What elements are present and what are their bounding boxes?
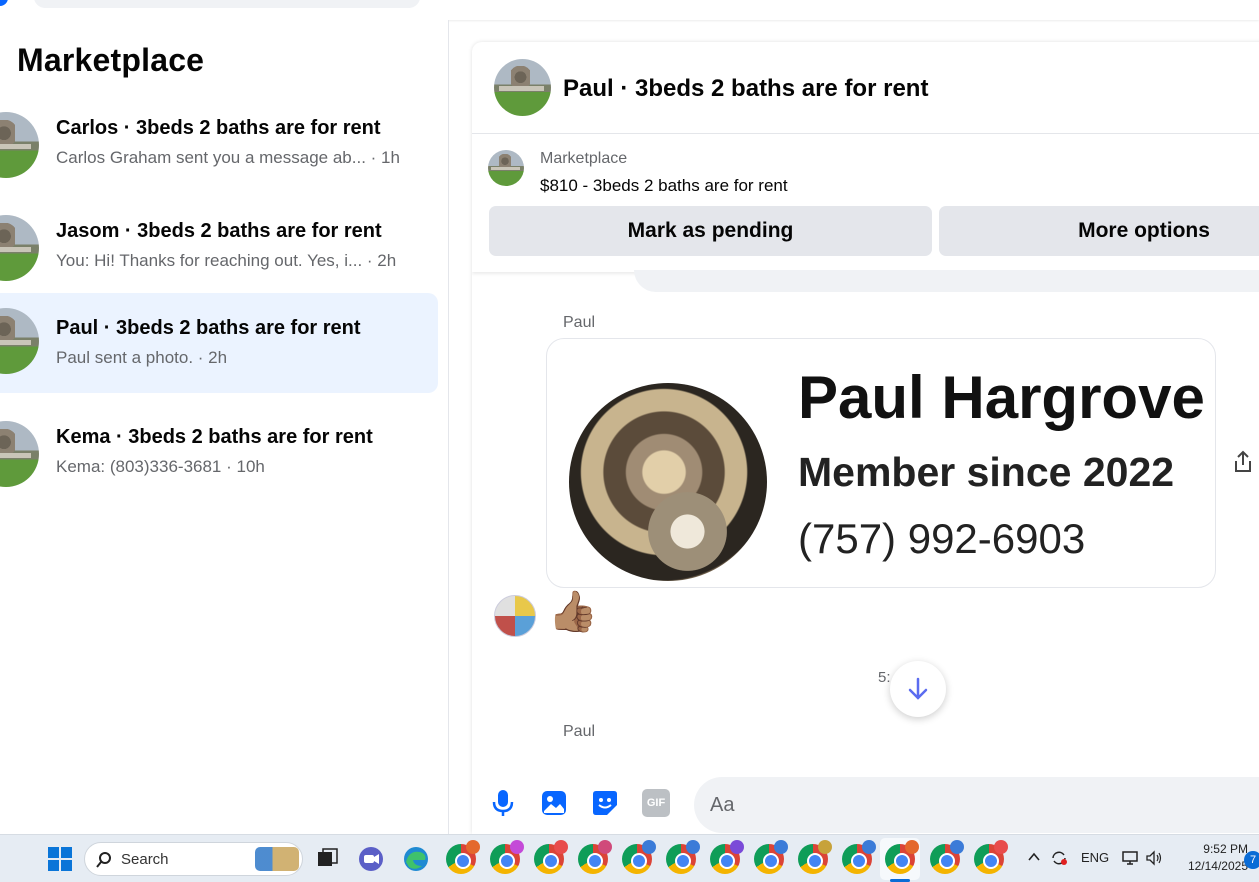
task-view-icon[interactable] — [312, 844, 342, 874]
search-label: Search — [121, 851, 169, 868]
conversation-item-jasom[interactable]: Jasom · 3beds 2 baths are for rent You: … — [0, 200, 438, 300]
message-composer: GIF — [472, 757, 1259, 834]
conversation-item-kema[interactable]: Kema · 3beds 2 baths are for rent Kema: … — [0, 406, 438, 506]
chat-header: Paul · 3beds 2 baths are for rent — [472, 42, 1259, 134]
system-clock[interactable]: 9:52 PM 12/14/2025 — [1168, 841, 1248, 875]
notification-badge[interactable]: 7 — [1244, 851, 1259, 869]
chrome-profile-icon[interactable] — [710, 840, 744, 874]
search-icon — [96, 852, 111, 868]
conversation-name: Carlos · 3beds 2 baths are for rent — [56, 117, 381, 139]
chrome-profile-icon[interactable] — [622, 840, 656, 874]
clock-date: 12/14/2025 — [1187, 859, 1248, 873]
top-search-field[interactable] — [34, 0, 420, 8]
photo-message[interactable]: Paul Hargrove Member since 2022 (757) 99… — [546, 338, 1216, 588]
conversation-list-panel: Marketplace Carlos · 3beds 2 baths are f… — [0, 20, 449, 834]
marketplace-label: Marketplace — [540, 150, 628, 167]
taskbar: Search ENG 9:52 PM 12/14/2025 7 — [0, 834, 1259, 882]
chrome-profile-icon[interactable] — [490, 840, 524, 874]
arrow-down-icon — [908, 677, 928, 700]
panel-title: Marketplace — [17, 42, 205, 78]
chrome-profile-icon[interactable] — [974, 840, 1008, 874]
chat-panel: Paul · 3beds 2 baths are for rent Market… — [472, 42, 1259, 834]
thumbs-up-icon: 👍🏽 — [548, 590, 598, 634]
mark-as-pending-button[interactable]: Mark as pending — [489, 206, 932, 256]
sticker-icon[interactable] — [591, 789, 619, 817]
clock-time: 9:52 PM — [1203, 842, 1248, 856]
conversation-preview: Paul sent a photo. · 2h — [56, 348, 228, 367]
photo-icon[interactable] — [540, 789, 568, 817]
chrome-profile-icon[interactable] — [754, 840, 788, 874]
chevron-up-icon[interactable] — [1027, 850, 1041, 867]
windows-start-icon[interactable] — [48, 847, 72, 871]
chrome-profile-icon[interactable] — [578, 840, 612, 874]
listing-avatar — [0, 112, 39, 178]
profile-photo — [569, 383, 767, 581]
photo-name-text: Paul Hargrove — [798, 364, 1205, 431]
teams-meet-icon[interactable] — [356, 844, 386, 874]
edge-browser-icon[interactable] — [401, 844, 431, 874]
previous-message-bubble — [634, 270, 1259, 292]
facebook-logo-icon[interactable] — [0, 0, 8, 6]
message-timestamp: 5: — [878, 669, 891, 686]
listing-thumbnail[interactable] — [488, 150, 524, 186]
top-bar — [0, 0, 1259, 20]
conversation-preview: Carlos Graham sent you a message ab... ·… — [56, 148, 400, 167]
microphone-icon[interactable] — [489, 789, 517, 817]
chrome-profile-icon-active[interactable] — [885, 840, 919, 874]
network-icon[interactable] — [1121, 850, 1139, 869]
conversation-preview: You: Hi! Thanks for reaching out. Yes, i… — [56, 251, 397, 270]
listing-avatar — [0, 215, 39, 281]
conversation-item-paul[interactable]: Paul · 3beds 2 baths are for rent Paul s… — [0, 293, 438, 393]
chrome-profile-icon[interactable] — [446, 840, 480, 874]
listing-avatar — [0, 308, 39, 374]
language-indicator[interactable]: ENG — [1081, 850, 1109, 865]
chrome-profile-icon[interactable] — [534, 840, 568, 874]
conversation-name: Kema · 3beds 2 baths are for rent — [56, 426, 373, 448]
conversation-item-carlos[interactable]: Carlos · 3beds 2 baths are for rent Carl… — [0, 97, 438, 197]
sender-name: Paul — [563, 723, 596, 740]
photo-member-since-text: Member since 2022 — [798, 449, 1175, 495]
marketplace-listing-bar: Marketplace $810 - 3beds 2 baths are for… — [472, 134, 1259, 272]
volume-icon[interactable] — [1145, 850, 1163, 869]
listing-title[interactable]: $810 - 3beds 2 baths are for rent — [540, 176, 788, 196]
chat-avatar[interactable] — [494, 59, 551, 116]
photo-phone-text: (757) 992-6903 — [798, 515, 1086, 562]
chrome-profile-icon[interactable] — [930, 840, 964, 874]
chat-title[interactable]: Paul · 3beds 2 baths are for rent — [563, 75, 928, 103]
sender-name: Paul — [563, 314, 596, 331]
message-input[interactable] — [694, 777, 1259, 833]
gif-icon[interactable]: GIF — [642, 789, 670, 817]
conversation-name: Jasom · 3beds 2 baths are for rent — [56, 220, 382, 242]
taskbar-search-box[interactable]: Search — [84, 842, 303, 876]
sender-avatar[interactable] — [494, 595, 536, 637]
scroll-down-button[interactable] — [890, 661, 946, 717]
chrome-profile-icon[interactable] — [798, 840, 832, 874]
conversation-preview: Kema: (803)336-3681 · 10h — [56, 457, 265, 476]
chrome-profile-icon[interactable] — [666, 840, 700, 874]
chrome-profile-icon[interactable] — [842, 840, 876, 874]
sync-icon[interactable] — [1050, 850, 1068, 869]
conversation-name: Paul · 3beds 2 baths are for rent — [56, 317, 361, 339]
search-highlight-image — [255, 847, 299, 871]
share-icon[interactable] — [1232, 450, 1254, 474]
more-options-button[interactable]: More options — [939, 206, 1259, 256]
listing-avatar — [0, 421, 39, 487]
